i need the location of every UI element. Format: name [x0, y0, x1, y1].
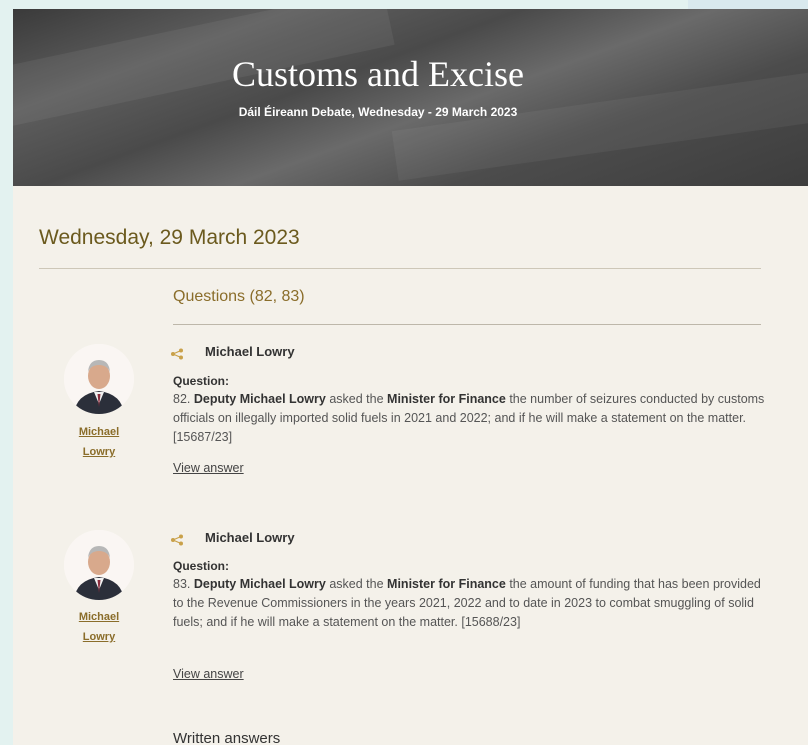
- member-first-name[interactable]: Michael: [79, 426, 119, 438]
- question-text: 83. Deputy Michael Lowry asked the Minis…: [173, 575, 773, 632]
- question-number: 82.: [173, 392, 191, 406]
- member-name-link[interactable]: Michael Lowry: [64, 422, 134, 462]
- page-container: Customs and Excise Dáil Éireann Debate, …: [13, 9, 808, 745]
- minister-name: Minister for Finance: [387, 577, 506, 591]
- member-avatar[interactable]: [64, 344, 134, 414]
- question-label: Question:: [173, 374, 229, 388]
- member-avatar[interactable]: [64, 530, 134, 600]
- divider: [39, 268, 761, 269]
- deputy-name: Deputy Michael Lowry: [193, 577, 326, 591]
- view-answer-link[interactable]: View answer: [173, 461, 244, 475]
- asker-name: Michael Lowry: [205, 530, 295, 545]
- minister-name: Minister for Finance: [387, 392, 506, 406]
- view-answer-link[interactable]: View answer: [173, 667, 244, 681]
- debate-subtitle: Dáil Éireann Debate, Wednesday - 29 Marc…: [238, 105, 518, 119]
- question-number: 83.: [173, 577, 191, 591]
- member-last-name[interactable]: Lowry: [83, 631, 115, 643]
- question-connector: asked the: [329, 577, 384, 591]
- member-photo: [64, 530, 134, 600]
- asker-name: Michael Lowry: [205, 344, 295, 359]
- share-icon[interactable]: [170, 534, 184, 546]
- member-photo: [64, 344, 134, 414]
- page-title: Customs and Excise: [232, 54, 524, 94]
- question-connector: asked the: [329, 392, 384, 406]
- question-text: 82. Deputy Michael Lowry asked the Minis…: [173, 390, 773, 447]
- member-name-link[interactable]: Michael Lowry: [64, 607, 134, 647]
- date-heading: Wednesday, 29 March 2023: [39, 226, 300, 249]
- question-label: Question:: [173, 559, 229, 573]
- deputy-name: Deputy Michael Lowry: [193, 392, 326, 406]
- member-first-name[interactable]: Michael: [79, 611, 119, 623]
- divider: [173, 324, 761, 325]
- share-icon[interactable]: [170, 348, 184, 360]
- section-heading: Questions (82, 83): [173, 288, 305, 305]
- member-last-name[interactable]: Lowry: [83, 446, 115, 458]
- written-answers-heading: Written answers: [173, 730, 281, 745]
- hero-banner: Customs and Excise Dáil Éireann Debate, …: [13, 9, 808, 186]
